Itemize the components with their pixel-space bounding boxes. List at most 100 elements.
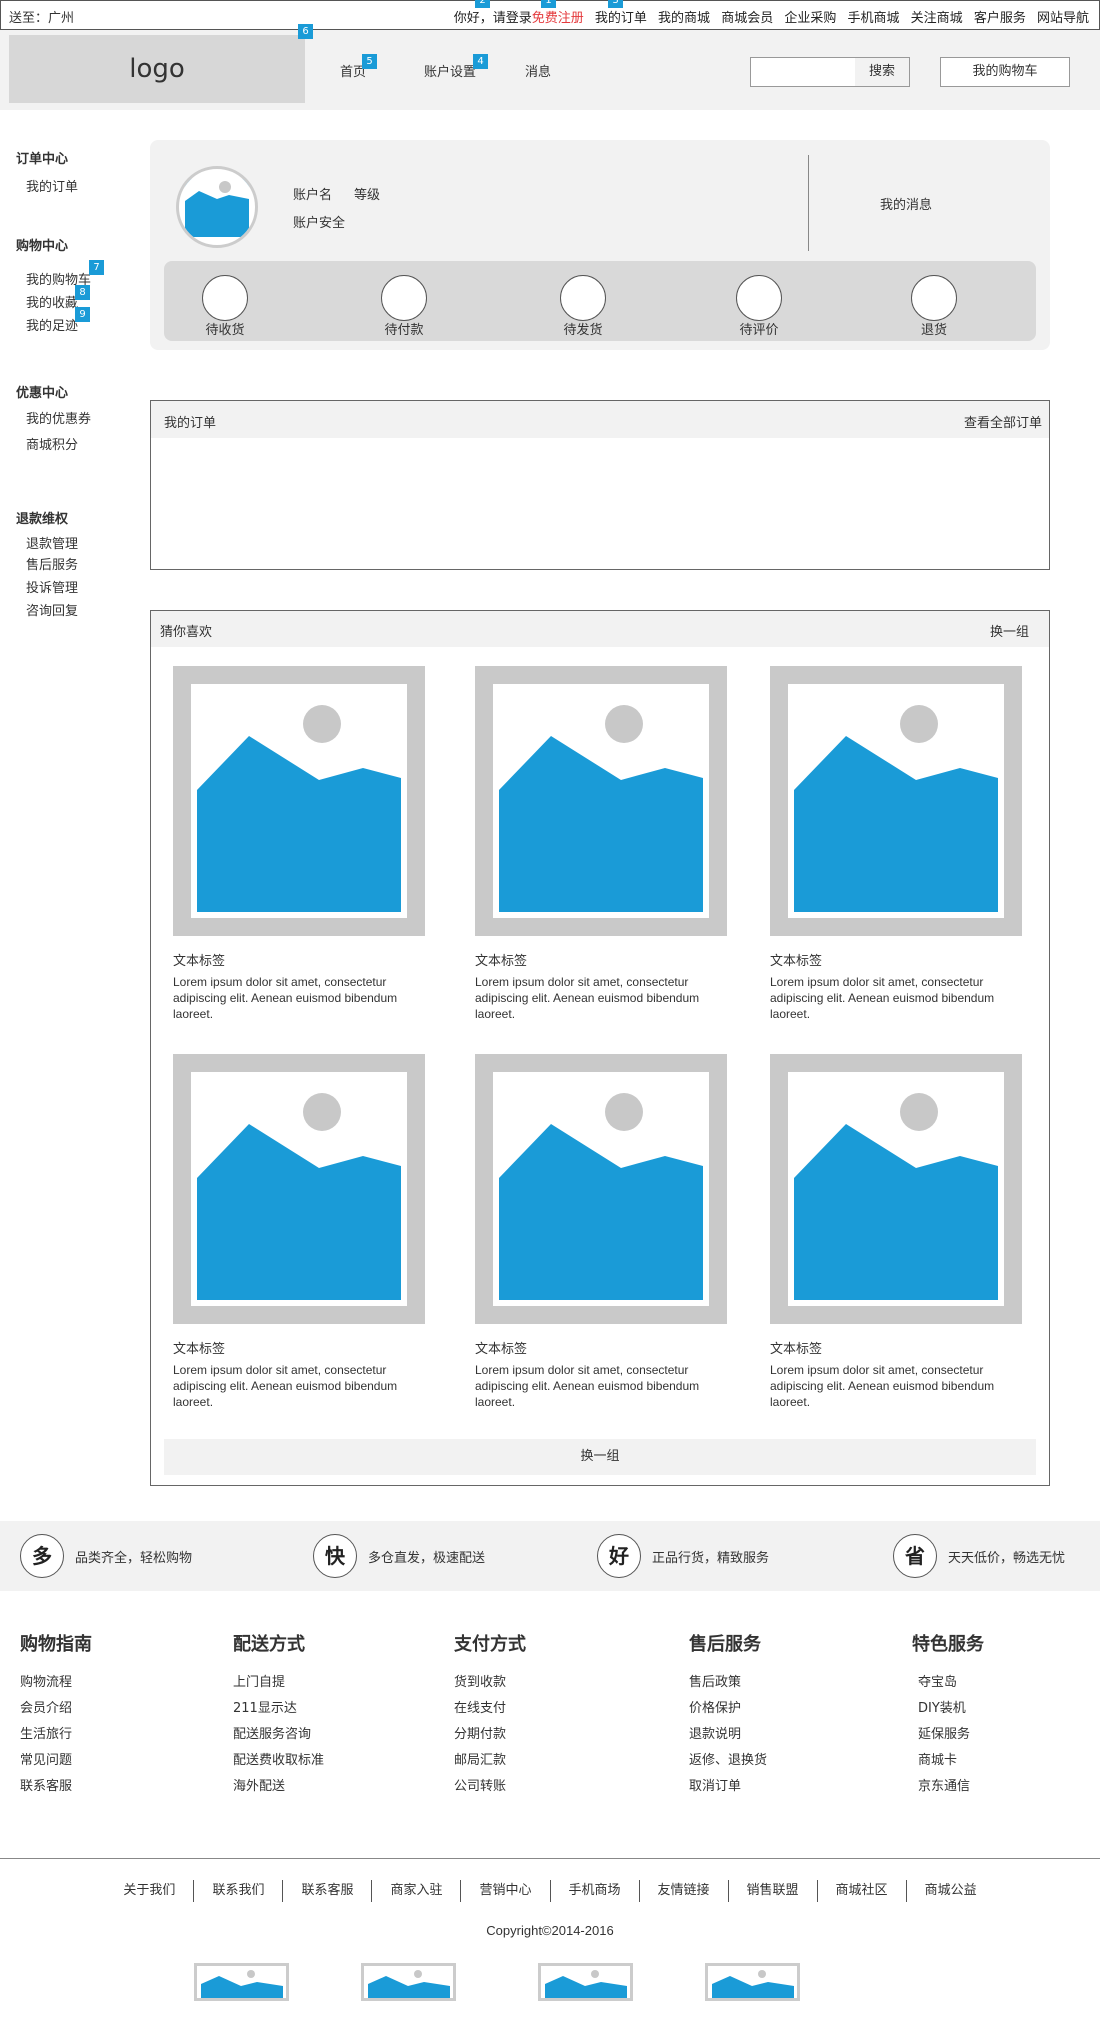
sidebar-item-complaints[interactable]: 投诉管理 — [26, 577, 78, 596]
footer-link[interactable]: 京东通信 — [912, 1774, 984, 1800]
top-link-membership[interactable]: 商城会员 — [721, 11, 773, 26]
image-placeholder-icon — [368, 1970, 450, 1998]
status-circle-icon — [560, 275, 606, 321]
top-link-follow[interactable]: 关注商城 — [911, 11, 963, 26]
cart-button[interactable]: 我的购物车 — [940, 57, 1070, 87]
bottom-link-marketing[interactable]: 营销中心 — [460, 1880, 549, 1902]
my-orders-title: 我的订单 — [164, 416, 217, 431]
product-card[interactable]: 文本标签 Lorem ipsum dolor sit amet, consect… — [173, 1054, 425, 1410]
footer-link[interactable]: 售后政策 — [689, 1670, 767, 1696]
footer-link[interactable]: 分期付款 — [454, 1722, 526, 1748]
account-security-link[interactable]: 账户安全 — [293, 212, 345, 231]
footer-link[interactable]: 购物流程 — [20, 1670, 92, 1696]
footer-link[interactable]: 在线支付 — [454, 1696, 526, 1722]
divider — [808, 155, 809, 251]
product-card[interactable]: 文本标签 Lorem ipsum dolor sit amet, consect… — [173, 666, 425, 1022]
bottom-link-merchant-join[interactable]: 商家入驻 — [371, 1880, 460, 1902]
sidebar-item-after-sales[interactable]: 售后服务 — [26, 554, 78, 573]
top-link-my-mall[interactable]: 我的商城 — [658, 11, 710, 26]
product-card[interactable]: 文本标签 Lorem ipsum dolor sit amet, consect… — [475, 666, 727, 1022]
image-placeholder-icon — [197, 705, 401, 912]
product-card[interactable]: 文本标签 Lorem ipsum dolor sit amet, consect… — [475, 1054, 727, 1410]
top-link-mobile[interactable]: 手机商城 — [848, 11, 900, 26]
top-link-service[interactable]: 客户服务 — [974, 11, 1026, 26]
nav-account-settings[interactable]: 账户设置 — [424, 61, 476, 80]
footer-link[interactable]: 配送费收取标准 — [233, 1748, 324, 1774]
certification-badge[interactable] — [361, 1963, 456, 2001]
footer-link[interactable]: 上门自提 — [233, 1670, 324, 1696]
product-description: Lorem ipsum dolor sit amet, consectetur … — [475, 1363, 700, 1409]
sidebar-item-footprints[interactable]: 我的足迹 — [26, 315, 78, 334]
top-link-enterprise[interactable]: 企业采购 — [784, 11, 836, 26]
delivery-location[interactable]: 送至：广州 — [9, 7, 74, 26]
footer-link[interactable]: DIY装机 — [912, 1696, 984, 1722]
register-link[interactable]: 免费注册 — [532, 11, 584, 26]
footer-link[interactable]: 211显示达 — [233, 1696, 324, 1722]
bottom-link-mobile-mall[interactable]: 手机商场 — [549, 1880, 639, 1902]
product-card[interactable]: 文本标签 Lorem ipsum dolor sit amet, consect… — [770, 666, 1022, 1022]
footer-link[interactable]: 退款说明 — [689, 1722, 767, 1748]
nav-messages[interactable]: 消息 — [525, 61, 551, 80]
sidebar-item-points[interactable]: 商城积分 — [26, 434, 78, 453]
footer-column-title: 特色服务 — [912, 1634, 984, 1655]
footer-link[interactable]: 常见问题 — [20, 1748, 92, 1774]
status-pending-shipment[interactable]: 待发货 — [533, 275, 633, 338]
logo[interactable]: logo — [9, 35, 305, 103]
bottom-link-contact[interactable]: 联系我们 — [193, 1880, 282, 1902]
footer-link[interactable]: 会员介绍 — [20, 1696, 92, 1722]
footer-link[interactable]: 配送服务咨询 — [233, 1722, 324, 1748]
top-link-my-orders[interactable]: 我的订单 — [595, 11, 647, 26]
status-returns[interactable]: 退货 — [884, 275, 984, 338]
copyright: Copyright©2014-2016 — [486, 1923, 614, 1938]
certification-badge[interactable] — [538, 1963, 633, 2001]
footer-link[interactable]: 联系客服 — [20, 1774, 92, 1800]
footer-link[interactable]: 公司转账 — [454, 1774, 526, 1800]
product-image[interactable] — [770, 666, 1022, 936]
certification-badge[interactable] — [705, 1963, 800, 2001]
refresh-bottom-button[interactable]: 换一组 — [164, 1439, 1036, 1475]
status-pending-receipt[interactable]: 待收货 — [175, 275, 275, 338]
footer-link[interactable]: 生活旅行 — [20, 1722, 92, 1748]
product-image[interactable] — [475, 666, 727, 936]
sidebar-item-refund-management[interactable]: 退款管理 — [26, 533, 78, 552]
footer-link[interactable]: 商城卡 — [912, 1748, 984, 1774]
search-input[interactable] — [750, 57, 856, 87]
search-button[interactable]: 搜索 — [855, 57, 910, 87]
product-image[interactable] — [173, 1054, 425, 1324]
status-pending-payment[interactable]: 待付款 — [354, 275, 454, 338]
product-image[interactable] — [770, 1054, 1022, 1324]
status-pending-review[interactable]: 待评价 — [709, 275, 809, 338]
bottom-link-about[interactable]: 关于我们 — [105, 1880, 193, 1902]
refresh-top-link[interactable]: 换一组 — [990, 621, 1029, 640]
avatar[interactable] — [176, 166, 258, 248]
bottom-link-charity[interactable]: 商城公益 — [905, 1880, 995, 1902]
user-info-panel: 账户名 等级 账户安全 我的消息 待收货 待付款 待发货 待评价 退货 — [150, 140, 1050, 350]
my-messages-link[interactable]: 我的消息 — [880, 194, 932, 213]
sidebar-item-my-orders[interactable]: 我的订单 — [26, 176, 78, 195]
footer-link[interactable]: 海外配送 — [233, 1774, 324, 1800]
product-image[interactable] — [475, 1054, 727, 1324]
footer-link[interactable]: 夺宝岛 — [912, 1670, 984, 1696]
feature-text: 品类齐全，轻松购物 — [75, 1551, 193, 1566]
login-link[interactable]: 你好，请登录 — [454, 11, 532, 26]
image-placeholder-icon — [499, 1093, 703, 1300]
footer-link[interactable]: 价格保护 — [689, 1696, 767, 1722]
bottom-link-customer-service[interactable]: 联系客服 — [282, 1880, 371, 1902]
certification-badge[interactable] — [194, 1963, 289, 2001]
sidebar-item-coupons[interactable]: 我的优惠券 — [26, 408, 91, 427]
bottom-link-sales-alliance[interactable]: 销售联盟 — [727, 1880, 817, 1902]
footer-link[interactable]: 返修、退换货 — [689, 1748, 767, 1774]
footer-link[interactable]: 货到收款 — [454, 1670, 526, 1696]
view-all-orders-link[interactable]: 查看全部订单 — [964, 412, 1042, 431]
bottom-link-community[interactable]: 商城社区 — [816, 1880, 906, 1902]
footer-link[interactable]: 取消订单 — [689, 1774, 767, 1800]
top-link-sitemap[interactable]: 网站导航 — [1037, 11, 1089, 26]
sidebar-item-inquiry-replies[interactable]: 咨询回复 — [26, 600, 78, 619]
footer-link[interactable]: 邮局汇款 — [454, 1748, 526, 1774]
status-circle-icon — [381, 275, 427, 321]
footer-link[interactable]: 延保服务 — [912, 1722, 984, 1748]
bottom-link-friend-links[interactable]: 友情链接 — [638, 1880, 728, 1902]
product-card[interactable]: 文本标签 Lorem ipsum dolor sit amet, consect… — [770, 1054, 1022, 1410]
product-image[interactable] — [173, 666, 425, 936]
sidebar-item-favorites[interactable]: 我的收藏 — [26, 292, 78, 311]
